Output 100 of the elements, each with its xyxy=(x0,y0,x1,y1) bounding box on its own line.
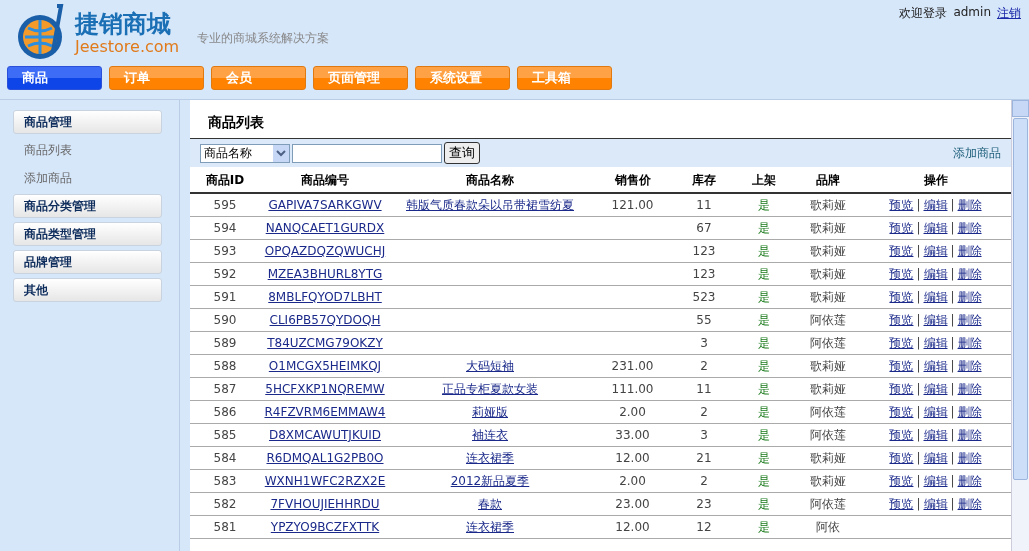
product-code-link[interactable]: O1MCGX5HEIMKQJ xyxy=(268,359,382,373)
product-code-link[interactable]: WXNH1WFC2RZX2E xyxy=(264,474,386,488)
search-button[interactable]: 查询 xyxy=(444,142,480,164)
scrollbar[interactable] xyxy=(1011,100,1029,551)
action-link[interactable]: 删除 xyxy=(957,382,982,396)
product-code-link[interactable]: MZEA3BHURL8YTG xyxy=(267,267,383,281)
table-cell: 589 xyxy=(213,336,237,350)
sidebar-section[interactable]: 商品分类管理 xyxy=(13,194,162,218)
product-code-link[interactable]: R4FZVRM6EMMAW4 xyxy=(264,405,386,419)
sidebar-item[interactable]: 商品列表 xyxy=(13,138,179,162)
action-link[interactable]: 编辑 xyxy=(923,382,948,396)
product-name-link[interactable]: 连衣裙季 xyxy=(466,451,514,465)
action-link[interactable]: 删除 xyxy=(957,428,982,442)
action-link[interactable]: 删除 xyxy=(957,474,982,488)
product-name-link[interactable]: 大码短袖 xyxy=(466,359,514,373)
action-link[interactable]: 编辑 xyxy=(923,313,948,327)
action-link[interactable]: 预览 xyxy=(889,336,914,350)
action-link[interactable]: 删除 xyxy=(957,290,982,304)
action-link[interactable]: 编辑 xyxy=(923,359,948,373)
product-code-link[interactable]: CLI6PB57QYDOQH xyxy=(269,313,381,327)
sidebar-section[interactable]: 其他 xyxy=(13,278,162,302)
action-link[interactable]: 删除 xyxy=(957,336,982,350)
action-link[interactable]: 编辑 xyxy=(923,198,948,212)
search-type-select[interactable]: 商品名称 xyxy=(200,143,290,163)
action-link[interactable]: 删除 xyxy=(957,198,982,212)
product-code-link[interactable]: OPQAZDQZQWUCHJ xyxy=(264,244,386,258)
sidebar-section[interactable]: 商品管理 xyxy=(13,110,162,134)
table-cell: 歌莉娅 xyxy=(809,382,846,396)
action-link[interactable]: 编辑 xyxy=(923,451,948,465)
action-link[interactable]: 预览 xyxy=(889,428,914,442)
sidebar-section[interactable]: 品牌管理 xyxy=(13,250,162,274)
product-name-link[interactable]: 莉娅版 xyxy=(472,405,508,419)
table-cell: 12.00 xyxy=(615,520,650,534)
sidebar-item[interactable]: 添加商品 xyxy=(13,166,179,190)
table-cell: 是 xyxy=(758,290,770,304)
product-code-link[interactable]: R6DMQAL1G2PB0O xyxy=(266,451,384,465)
logo-domain: Jeestore.com xyxy=(75,38,180,56)
table-cell: 585 xyxy=(213,428,237,442)
sidebar-section[interactable]: 商品类型管理 xyxy=(13,222,162,246)
product-name-link[interactable]: 袖连衣 xyxy=(472,428,508,442)
table-cell: 阿依莲 xyxy=(809,405,846,419)
nav-tab[interactable]: 商品 xyxy=(7,66,102,90)
product-name-link[interactable]: 连衣裙季 xyxy=(466,520,514,534)
action-link[interactable]: 预览 xyxy=(889,451,914,465)
table-cell: 阿依 xyxy=(815,520,840,534)
product-code-link[interactable]: T84UZCMG79OKZY xyxy=(267,336,383,350)
action-link[interactable]: 删除 xyxy=(957,451,982,465)
logout-link[interactable]: 注销 xyxy=(997,5,1021,22)
table-cell: 歌莉娅 xyxy=(809,198,846,212)
action-link[interactable]: 编辑 xyxy=(923,290,948,304)
action-link[interactable]: 编辑 xyxy=(923,336,948,350)
product-name-link[interactable]: 正品专柜夏款女装 xyxy=(442,382,538,396)
action-link[interactable]: 编辑 xyxy=(923,497,948,511)
action-link[interactable]: 预览 xyxy=(889,244,914,258)
action-link[interactable]: 预览 xyxy=(889,313,914,327)
separator: | xyxy=(916,336,921,350)
action-link[interactable]: 删除 xyxy=(957,244,982,258)
add-product-link[interactable]: 添加商品 xyxy=(953,144,1001,162)
action-link[interactable]: 删除 xyxy=(957,267,982,281)
product-code-link[interactable]: 8MBLFQYOD7LBHT xyxy=(268,290,382,304)
action-link[interactable]: 预览 xyxy=(889,221,914,235)
search-field[interactable] xyxy=(292,143,442,163)
action-link[interactable]: 删除 xyxy=(957,359,982,373)
product-code-link[interactable]: NANQCAET1GURDX xyxy=(265,221,385,235)
product-name-link[interactable]: 2012新品夏季 xyxy=(450,474,530,488)
action-link[interactable]: 预览 xyxy=(889,359,914,373)
product-name-link[interactable]: 春款 xyxy=(478,497,502,511)
table-cell: 阿依莲 xyxy=(809,336,846,350)
product-code-link[interactable]: 5HCFXKP1NQREMW xyxy=(265,382,385,396)
separator: | xyxy=(916,451,921,465)
product-code-link[interactable]: GAPIVA7SARKGWV xyxy=(268,198,382,212)
product-code-link[interactable]: 7FVHOUJIEHHRDU xyxy=(270,497,380,511)
table-cell: 是 xyxy=(758,244,770,258)
product-code-link[interactable]: D8XMCAWUTJKUID xyxy=(269,428,381,442)
action-link[interactable]: 编辑 xyxy=(923,267,948,281)
action-link[interactable]: 编辑 xyxy=(923,244,948,258)
action-link[interactable]: 删除 xyxy=(957,405,982,419)
table-cell: 3 xyxy=(700,428,708,442)
action-link[interactable]: 预览 xyxy=(889,382,914,396)
action-link[interactable]: 删除 xyxy=(957,221,982,235)
action-link[interactable]: 预览 xyxy=(889,497,914,511)
product-name-link[interactable]: 韩版气质春款朵以吊带裙雪纺夏 xyxy=(406,198,574,212)
action-link[interactable]: 删除 xyxy=(957,497,982,511)
table-cell: 歌莉娅 xyxy=(809,451,846,465)
action-link[interactable]: 编辑 xyxy=(923,221,948,235)
welcome-text: 欢迎登录 xyxy=(899,5,948,22)
action-link[interactable]: 删除 xyxy=(957,313,982,327)
separator: | xyxy=(916,267,921,281)
action-link[interactable]: 编辑 xyxy=(923,405,948,419)
action-link[interactable]: 预览 xyxy=(889,405,914,419)
product-code-link[interactable]: YPZYO9BCZFXTTK xyxy=(270,520,380,534)
action-link[interactable]: 预览 xyxy=(889,290,914,304)
action-link[interactable]: 预览 xyxy=(889,198,914,212)
action-link[interactable]: 预览 xyxy=(889,267,914,281)
action-link[interactable]: 编辑 xyxy=(923,428,948,442)
action-link[interactable]: 编辑 xyxy=(923,474,948,488)
action-link[interactable]: 预览 xyxy=(889,474,914,488)
table-cell: 歌莉娅 xyxy=(809,267,846,281)
separator: | xyxy=(950,244,955,258)
table-cell: 是 xyxy=(758,405,770,419)
